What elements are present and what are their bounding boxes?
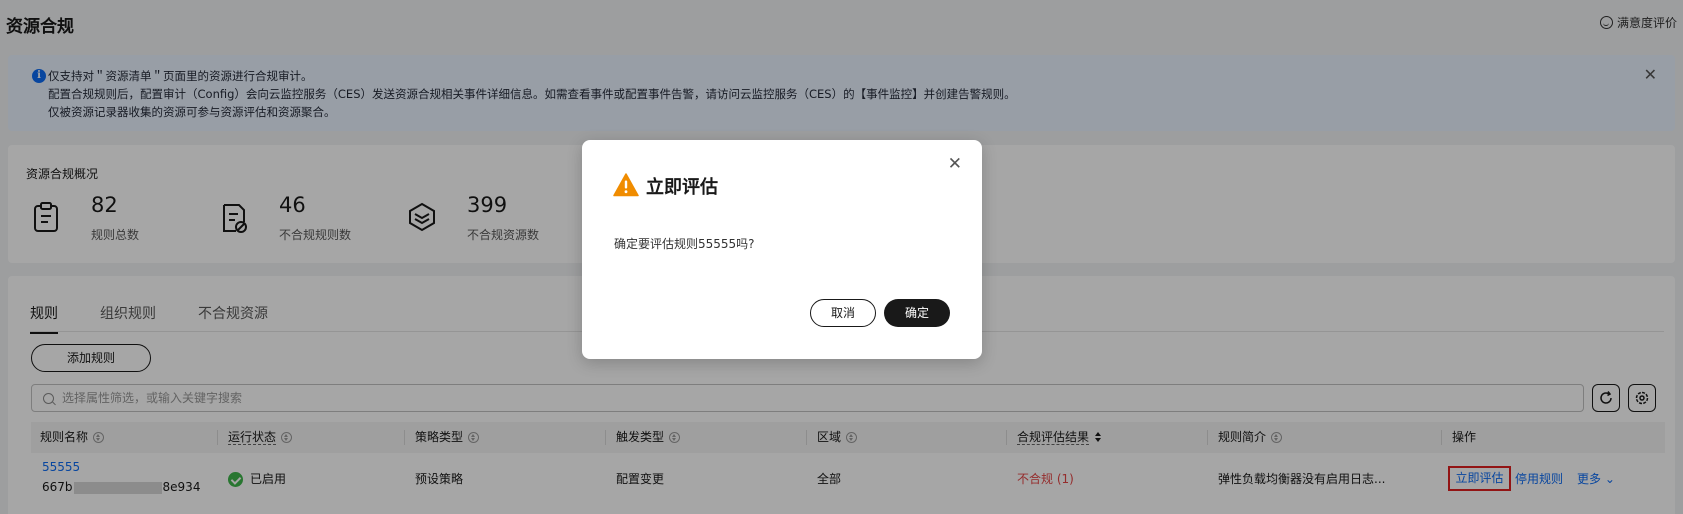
cancel-button[interactable]: 取消 xyxy=(810,299,876,327)
confirm-button[interactable]: 确定 xyxy=(884,299,950,327)
dialog-title: 立即评估 xyxy=(646,177,718,198)
resource-compliance-page: 资源合规 满意度评价 i 仅支持对＂资源清单＂页面里的资源进行合规审计。 配置合… xyxy=(0,0,1683,514)
close-icon[interactable]: ✕ xyxy=(948,156,962,173)
warning-icon xyxy=(613,173,639,197)
dialog-message: 确定要评估规则55555吗? xyxy=(614,237,755,251)
evaluate-confirm-dialog: ✕ 立即评估 确定要评估规则55555吗? 取消 确定 xyxy=(582,140,982,359)
